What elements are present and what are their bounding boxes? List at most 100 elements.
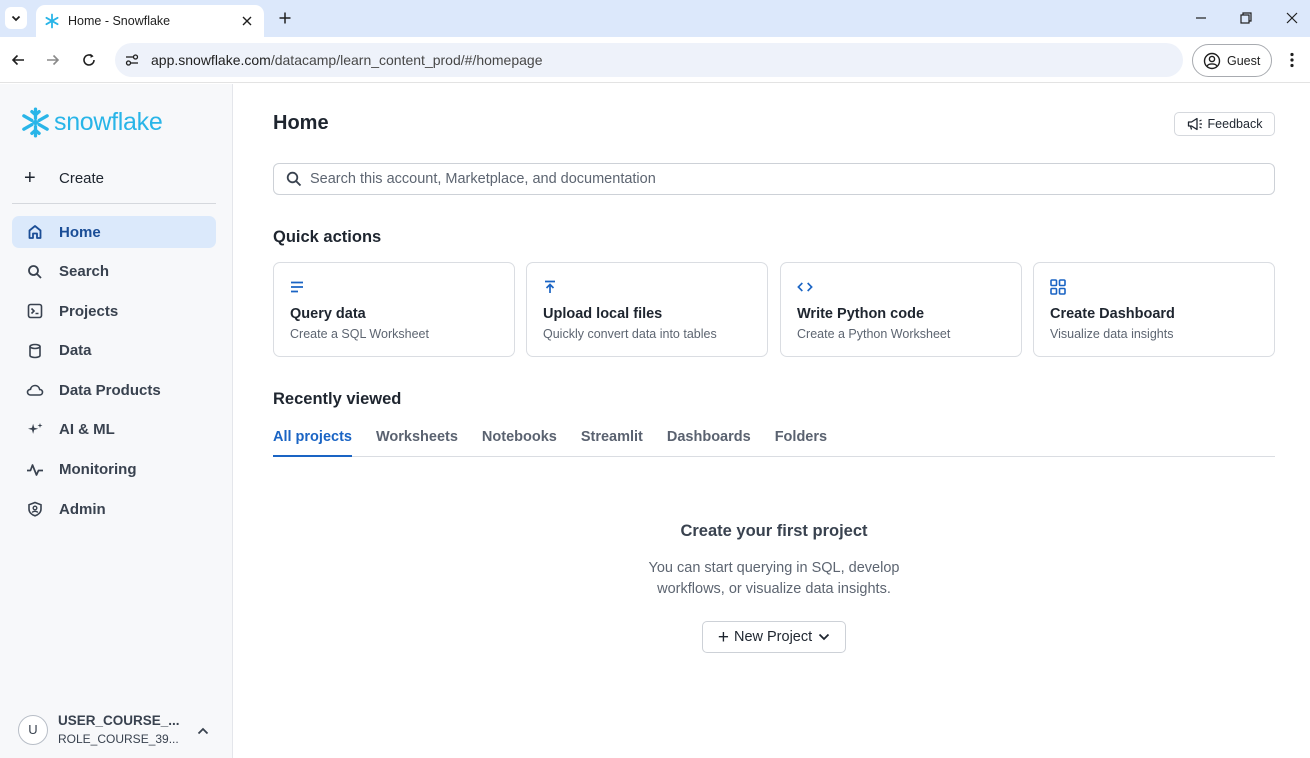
browser-toolbar: app.snowflake.com/datacamp/learn_content…: [0, 37, 1310, 83]
site-info-icon[interactable]: [124, 52, 140, 68]
tab-streamlit[interactable]: Streamlit: [581, 428, 643, 457]
recent-tabs: All projects Worksheets Notebooks Stream…: [273, 428, 1275, 457]
activity-icon: [26, 461, 44, 479]
tab-title: Home - Snowflake: [68, 14, 171, 28]
quick-action-subtitle: Create a Python Worksheet: [797, 327, 951, 341]
quick-action-subtitle: Create a SQL Worksheet: [290, 327, 429, 341]
sidebar-item-search[interactable]: Search: [12, 256, 216, 288]
sidebar-item-label: Projects: [59, 302, 119, 320]
megaphone-icon: [1187, 117, 1202, 131]
quick-actions-heading: Quick actions: [273, 228, 382, 246]
sidebar-item-label: AI & ML: [59, 421, 115, 439]
user-menu[interactable]: U USER_COURSE_... ROLE_COURSE_39...: [18, 713, 180, 746]
search-icon: [26, 263, 44, 281]
sidebar-divider: [12, 203, 216, 204]
sidebar-item-data[interactable]: Data: [12, 335, 216, 367]
profile-label: Guest: [1227, 53, 1261, 68]
page-title: Home: [273, 112, 329, 134]
reload-icon[interactable]: [79, 50, 99, 70]
empty-state-line: workflows, or visualize data insights.: [657, 581, 891, 597]
account-circle-icon: [1203, 52, 1221, 69]
shield-icon: [26, 500, 44, 518]
sparkle-icon: [26, 421, 44, 439]
search-input[interactable]: Search this account, Marketplace, and do…: [273, 163, 1275, 195]
tab-dashboards[interactable]: Dashboards: [667, 428, 751, 457]
user-name: USER_COURSE_...: [58, 713, 180, 728]
tab-folders[interactable]: Folders: [775, 428, 827, 457]
url-path: /datacamp/learn_content_prod/#/homepage: [270, 52, 543, 68]
new-project-label: New Project: [733, 629, 813, 645]
empty-state-title: Create your first project: [680, 522, 868, 540]
quick-action-title: Upload local files: [543, 306, 663, 322]
tab-notebooks[interactable]: Notebooks: [482, 428, 557, 457]
quick-action-python-code[interactable]: Write Python code Create a Python Worksh…: [780, 262, 1022, 357]
quick-action-title: Write Python code: [797, 306, 925, 322]
sidebar-item-monitoring[interactable]: Monitoring: [12, 454, 216, 486]
sidebar: snowflake + Create Home Search Projects: [0, 84, 233, 758]
forward-icon[interactable]: [43, 50, 63, 70]
plus-icon: +: [24, 167, 36, 189]
user-info: USER_COURSE_... ROLE_COURSE_39...: [58, 713, 180, 746]
tab-search-button[interactable]: [5, 7, 27, 29]
sidebar-item-admin[interactable]: Admin: [12, 493, 216, 525]
chevron-down-icon: [11, 15, 21, 22]
database-icon: [26, 342, 44, 360]
search-icon: [286, 171, 302, 187]
close-tab-icon[interactable]: [238, 12, 256, 30]
sidebar-item-label: Monitoring: [59, 461, 137, 479]
empty-state-line: You can start querying in SQL, develop: [648, 560, 900, 576]
code-icon: [797, 279, 813, 295]
snowflake-logo-icon: [22, 107, 49, 138]
search-placeholder: Search this account, Marketplace, and do…: [310, 171, 656, 187]
chevron-up-icon[interactable]: [195, 723, 211, 739]
new-tab-icon[interactable]: [276, 9, 294, 27]
sidebar-item-ai-ml[interactable]: AI & ML: [12, 414, 216, 446]
sidebar-item-label: Home: [59, 223, 101, 241]
logo-wordmark: snowflake: [54, 108, 163, 136]
create-button[interactable]: + Create: [24, 168, 104, 188]
back-icon[interactable]: [8, 50, 28, 70]
close-window-icon[interactable]: [1283, 9, 1301, 27]
quick-action-query-data[interactable]: Query data Create a SQL Worksheet: [273, 262, 515, 357]
snowflake-favicon-icon: [44, 13, 60, 29]
recently-viewed-heading: Recently viewed: [273, 390, 402, 408]
user-role: ROLE_COURSE_39...: [58, 732, 179, 746]
browser-menu-icon[interactable]: [1282, 50, 1302, 70]
plus-icon: +: [717, 626, 729, 648]
sidebar-item-label: Data: [59, 342, 92, 360]
minimize-icon[interactable]: [1192, 9, 1210, 27]
sidebar-item-home[interactable]: Home: [12, 216, 216, 248]
sidebar-nav: Home Search Projects Data Data Products: [12, 216, 216, 533]
quick-action-subtitle: Quickly convert data into tables: [543, 327, 717, 341]
url-text: app.snowflake.com/datacamp/learn_content…: [151, 52, 542, 68]
tab-all-projects[interactable]: All projects: [273, 428, 352, 457]
upload-icon: [543, 279, 559, 295]
address-bar[interactable]: app.snowflake.com/datacamp/learn_content…: [115, 43, 1183, 77]
profile-button[interactable]: Guest: [1192, 44, 1272, 77]
restore-icon[interactable]: [1237, 9, 1255, 27]
home-icon: [26, 223, 44, 241]
quick-action-create-dashboard[interactable]: Create Dashboard Visualize data insights: [1033, 262, 1275, 357]
avatar: U: [18, 714, 48, 745]
empty-state-description: You can start querying in SQL, develop w…: [273, 558, 1275, 600]
quick-action-title: Query data: [290, 306, 366, 322]
new-project-button[interactable]: + New Project: [702, 621, 846, 653]
quick-action-title: Create Dashboard: [1050, 306, 1175, 322]
snowflake-logo[interactable]: snowflake: [19, 106, 163, 139]
sidebar-item-label: Data Products: [59, 381, 161, 399]
tab-worksheets[interactable]: Worksheets: [376, 428, 458, 457]
sidebar-item-projects[interactable]: Projects: [12, 295, 216, 327]
cloud-icon: [26, 381, 44, 399]
quick-action-upload-files[interactable]: Upload local files Quickly convert data …: [526, 262, 768, 357]
sidebar-item-label: Search: [59, 263, 110, 281]
chevron-down-icon: [819, 633, 830, 641]
quick-action-subtitle: Visualize data insights: [1050, 327, 1174, 341]
feedback-button[interactable]: Feedback: [1174, 112, 1275, 136]
url-host: app.snowflake.com: [151, 52, 271, 68]
sidebar-item-data-products[interactable]: Data Products: [12, 374, 216, 406]
sidebar-item-label: Admin: [59, 500, 106, 518]
terminal-icon: [26, 302, 44, 320]
create-label: Create: [59, 169, 105, 187]
browser-tab[interactable]: Home - Snowflake: [36, 5, 264, 37]
lines-icon: [290, 279, 306, 295]
